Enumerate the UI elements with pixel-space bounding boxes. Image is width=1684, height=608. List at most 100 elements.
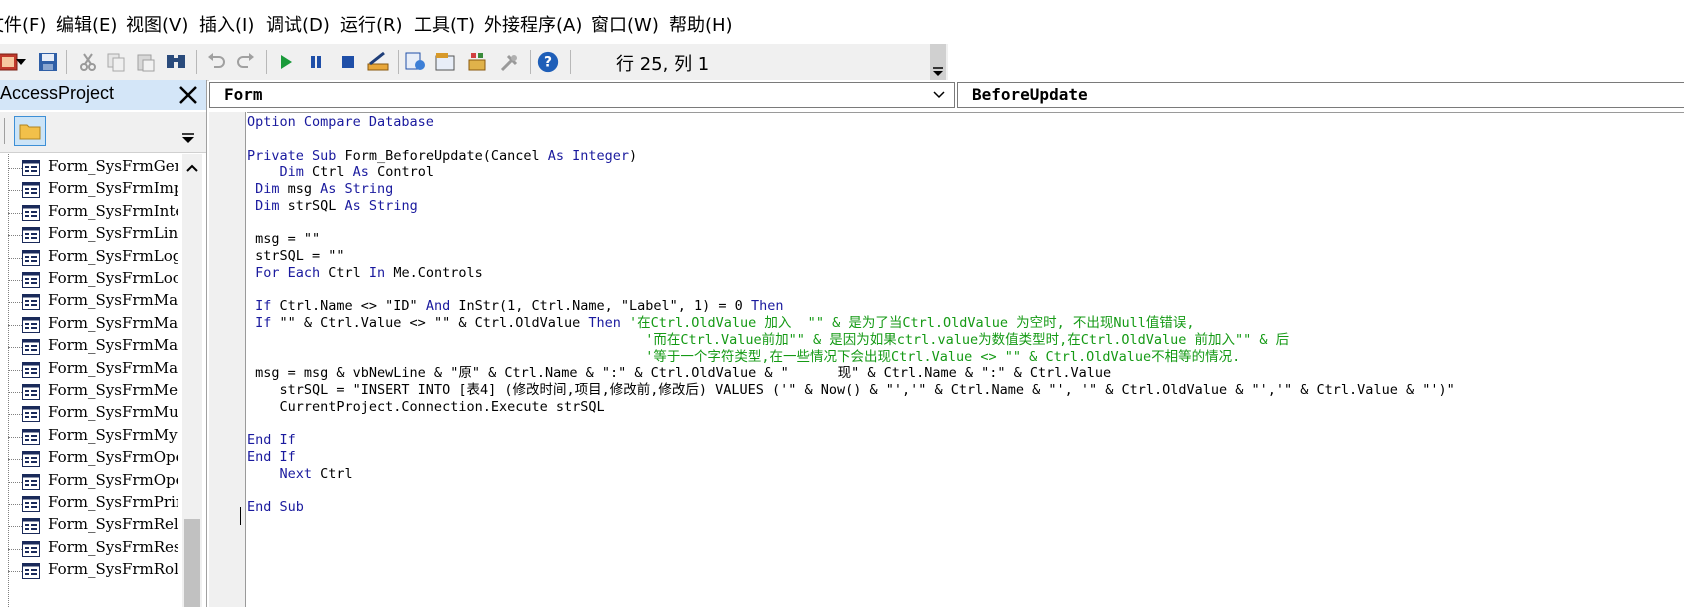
design-mode-icon[interactable] — [366, 50, 390, 74]
code-line: Private Sub Form_BeforeUpdate(Cancel As … — [247, 147, 637, 165]
tree-item-label: Form_SysFrmLookup — [48, 269, 178, 287]
tree-line — [8, 481, 22, 483]
toolbar-separator — [266, 50, 267, 74]
code-keyword: If — [247, 298, 280, 315]
tree-item[interactable]: Form_SysFrmMain1 — [0, 313, 180, 337]
copy-icon[interactable] — [104, 50, 128, 74]
form-module-icon — [22, 361, 40, 378]
code-text: msg = "" — [247, 231, 321, 248]
tree-item[interactable]: Form_SysFrmReset — [0, 537, 180, 561]
object-browser-icon[interactable] — [466, 50, 490, 74]
form-module-icon — [22, 473, 40, 490]
toolbox-icon[interactable] — [498, 50, 522, 74]
cursor-position: 行 25, 列 1 — [616, 54, 710, 75]
tree-item[interactable]: Form_SysFrmInterface — [0, 201, 180, 225]
properties-icon[interactable] — [434, 50, 458, 74]
form-module-icon — [22, 272, 40, 288]
code-line: Option Compare Database — [247, 113, 434, 131]
menu-run[interactable]: 运行(R) — [340, 11, 403, 37]
toggle-folders-button[interactable] — [14, 116, 46, 146]
chevron-down-icon[interactable] — [932, 87, 946, 101]
code-line: For Each Ctrl In Me.Controls — [247, 264, 483, 282]
code-line: Dim Ctrl As Control — [247, 163, 434, 181]
procedure-combo-value: BeforeUpdate — [972, 85, 1088, 104]
tree-item[interactable]: Form_SysFrmGeneral — [0, 156, 180, 180]
code-editor[interactable]: Option Compare Database Private Sub Form_… — [247, 112, 1684, 608]
code-keyword: In — [368, 264, 394, 281]
code-keyword: End Sub — [247, 499, 304, 516]
procedure-combo[interactable]: BeforeUpdate — [957, 82, 1684, 108]
tree-line — [8, 369, 22, 371]
tree-line — [8, 392, 22, 393]
code-line: strSQL = "" — [247, 247, 344, 265]
tree-item[interactable]: Form_SysFrmMulti — [0, 402, 180, 426]
project-tree-scrollbar[interactable] — [182, 154, 202, 607]
tree-item[interactable]: Form_SysFrmPrint — [0, 492, 180, 516]
code-keyword: Next — [247, 465, 321, 482]
break-icon[interactable] — [304, 50, 328, 74]
tree-item[interactable]: Form_SysFrmMain2 — [0, 335, 180, 359]
menu-insert[interactable]: 插入(I) — [199, 11, 254, 37]
tree-item[interactable]: Form_SysFrmMain — [0, 290, 180, 314]
form-module-icon — [22, 249, 40, 266]
code-text: ) — [629, 147, 638, 164]
paste-icon[interactable] — [134, 50, 158, 74]
cut-icon[interactable] — [76, 50, 100, 74]
code-margin — [209, 112, 246, 607]
save-icon[interactable] — [36, 50, 60, 74]
undo-icon[interactable] — [204, 50, 228, 74]
redo-icon[interactable] — [234, 50, 258, 74]
tree-line — [8, 414, 22, 416]
menu-tools[interactable]: 工具(T) — [414, 11, 475, 37]
project-explorer-titlebar: AccessProject — [0, 80, 206, 110]
code-keyword: Dim — [247, 181, 288, 197]
menu-edit[interactable]: 编辑(E) — [56, 11, 117, 37]
tree-item[interactable]: Form_SysFrmLink — [0, 223, 180, 247]
tree-item-label: Form_SysFrmMySet — [48, 425, 178, 444]
tree-item[interactable]: Form_SysFrmRole — [0, 559, 180, 583]
code-text: Control — [377, 164, 434, 181]
menu-window[interactable]: 窗口(W) — [591, 11, 659, 37]
tree-item-label: Form_SysFrmMain3 — [48, 358, 178, 377]
scrollbar-thumb[interactable] — [184, 519, 200, 607]
code-keyword: And — [425, 298, 459, 315]
tree-item-label: Form_SysFrmMenu — [48, 381, 178, 399]
tree-item[interactable]: Form_SysFrmLookup — [0, 268, 180, 292]
menu-addins[interactable]: 外接程序(A) — [484, 11, 582, 37]
project-explorer-icon[interactable] — [404, 50, 428, 74]
project-explorer-toolbar — [0, 112, 206, 153]
tree-item[interactable]: Form_SysFrmRelation — [0, 514, 180, 538]
menu-file[interactable]: 文件(F) — [0, 11, 46, 37]
tree-item[interactable]: Form_SysFrmImport — [0, 178, 180, 202]
code-text: msg = msg & vbNewLine & "原" & Ctrl.Name … — [247, 365, 1112, 382]
help-icon[interactable]: ? — [536, 50, 560, 74]
tree-item[interactable]: Form_SysFrmOpen — [0, 447, 180, 471]
toolbar-overflow-button[interactable] — [930, 44, 946, 80]
tree-item[interactable]: Form_SysFrmMenu — [0, 380, 180, 404]
toolbar-separator — [66, 50, 67, 74]
object-combo[interactable]: Form — [209, 82, 955, 108]
find-icon[interactable] — [164, 50, 188, 74]
form-module-icon — [22, 563, 40, 580]
code-keyword: Option Compare Database — [247, 114, 434, 130]
menu-debug[interactable]: 调试(D) — [266, 11, 330, 37]
tree-item[interactable]: Form_SysFrmLog — [0, 246, 180, 270]
tree-line — [8, 548, 22, 550]
menu-help[interactable]: 帮助(H) — [669, 11, 733, 37]
code-keyword: End If — [247, 449, 296, 465]
tree-item[interactable]: Form_SysFrmOpen1 — [0, 470, 180, 494]
dropdown-arrow-icon[interactable] — [14, 50, 28, 74]
tree-item[interactable]: Form_SysFrmMain3 — [0, 358, 180, 382]
code-comment: '而在Ctrl.Value前加"" & 是因为如果ctrl.value为数值类型… — [247, 331, 1290, 348]
chevron-down-icon[interactable] — [180, 118, 200, 146]
run-icon[interactable] — [274, 50, 298, 74]
close-icon[interactable] — [175, 82, 201, 108]
form-module-icon — [22, 160, 40, 176]
tree-line — [8, 257, 22, 259]
reset-icon[interactable] — [336, 50, 360, 74]
menu-bar: 文件(F) 编辑(E) 视图(V) 插入(I) 调试(D) 运行(R) 工具(T) 外接程序(… — [0, 0, 1684, 44]
menu-view[interactable]: 视图(V) — [126, 11, 188, 37]
tree-item[interactable]: Form_SysFrmMySet — [0, 425, 180, 449]
chevron-up-icon[interactable] — [185, 158, 199, 177]
tree-item-label: Form_SysFrmOpen1 — [48, 470, 178, 489]
